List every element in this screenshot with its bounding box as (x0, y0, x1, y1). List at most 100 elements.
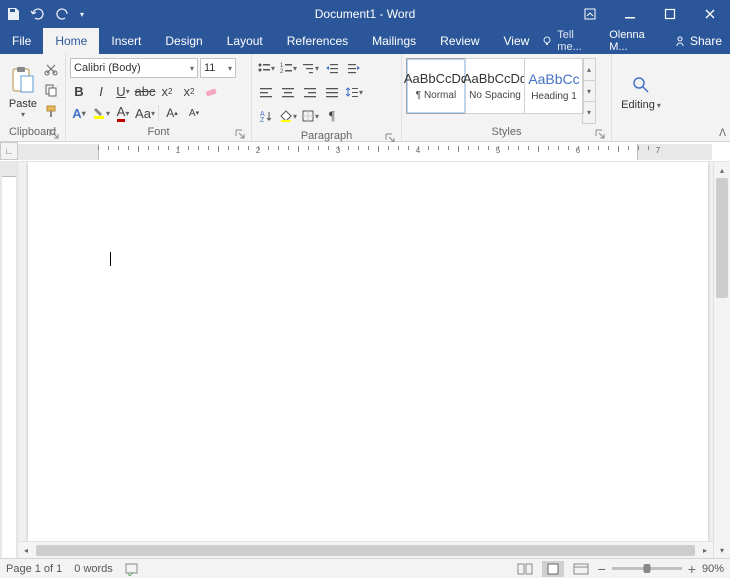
user-name[interactable]: Olenna M... (609, 29, 666, 53)
zoom-level[interactable]: 90% (702, 563, 724, 575)
group-label-styles: Styles (406, 124, 607, 141)
maximize-button[interactable] (650, 0, 690, 28)
align-right-button[interactable] (300, 82, 320, 102)
shading-button[interactable]: ▾ (278, 106, 298, 126)
tab-view[interactable]: View (492, 28, 542, 54)
shrink-font-button[interactable]: A▾ (185, 104, 203, 122)
font-launcher[interactable] (235, 129, 245, 139)
style-heading-1[interactable]: AaBbCc Heading 1 (524, 58, 584, 114)
print-layout-button[interactable] (542, 561, 564, 577)
tab-home[interactable]: Home (43, 28, 99, 54)
cut-icon (44, 62, 58, 76)
font-name-combo[interactable]: Calibri (Body)▾ (70, 58, 198, 78)
numbering-icon: 12 (279, 61, 293, 75)
tab-review[interactable]: Review (428, 28, 491, 54)
underline-button[interactable]: U▾ (114, 82, 132, 100)
ribbon-display-options-icon[interactable] (570, 0, 610, 28)
save-icon[interactable] (6, 7, 20, 21)
group-clipboard: Paste ▾ Clipboard (0, 54, 66, 141)
page-number-status[interactable]: Page 1 of 1 (6, 563, 62, 575)
scroll-down-icon[interactable]: ▾ (714, 542, 730, 558)
styles-scroll-up-icon[interactable]: ▴ (583, 59, 595, 81)
styles-launcher[interactable] (595, 129, 605, 139)
document-area: ▴ ▾ (0, 162, 730, 558)
justify-button[interactable] (322, 82, 342, 102)
undo-icon[interactable] (30, 7, 46, 21)
find-icon[interactable] (631, 75, 651, 95)
styles-expand-icon[interactable]: ▾ (583, 102, 595, 123)
collapse-ribbon-icon[interactable]: ᐱ (719, 128, 726, 139)
scroll-right-icon[interactable]: ▸ (697, 546, 713, 555)
font-color-button[interactable]: A▾ (114, 104, 132, 122)
paste-dropdown-icon[interactable]: ▾ (21, 110, 25, 119)
horizontal-ruler[interactable]: 1234567 (18, 144, 712, 160)
web-layout-button[interactable] (570, 561, 592, 577)
scroll-left-icon[interactable]: ◂ (18, 546, 34, 555)
vertical-ruler[interactable] (0, 162, 18, 558)
italic-button[interactable]: I (92, 82, 110, 100)
highlight-icon (92, 106, 106, 120)
tab-references[interactable]: References (275, 28, 360, 54)
numbering-button[interactable]: 12▾ (278, 58, 298, 78)
line-spacing-button[interactable]: ▾ (344, 82, 364, 102)
show-marks-button[interactable]: ¶ (322, 106, 342, 126)
align-left-button[interactable] (256, 82, 276, 102)
horizontal-scroll-thumb[interactable] (36, 545, 695, 556)
multilevel-list-button[interactable]: ▾ (300, 58, 320, 78)
shading-icon (279, 109, 293, 123)
tab-mailings[interactable]: Mailings (360, 28, 428, 54)
grow-font-button[interactable]: A▴ (163, 104, 181, 122)
word-count-status[interactable]: 0 words (74, 563, 113, 575)
bullets-button[interactable]: ▾ (256, 58, 276, 78)
paste-button[interactable]: Paste ▾ (4, 56, 42, 124)
clear-formatting-button[interactable] (202, 82, 220, 100)
vertical-scroll-thumb[interactable] (716, 178, 728, 298)
strikethrough-button[interactable]: abc (136, 82, 154, 100)
close-button[interactable] (690, 0, 730, 28)
read-mode-button[interactable] (514, 561, 536, 577)
tab-selector[interactable]: ∟ (0, 142, 18, 160)
tab-file[interactable]: File (0, 28, 43, 54)
style-normal[interactable]: AaBbCcDd ¶ Normal (406, 58, 466, 114)
copy-icon (44, 83, 58, 97)
superscript-button[interactable]: x2 (180, 82, 198, 100)
styles-gallery-scroll[interactable]: ▴ ▾ ▾ (582, 58, 596, 124)
change-case-button[interactable]: Aa▾ (136, 104, 154, 122)
horizontal-scrollbar[interactable]: ◂ ▸ (18, 541, 713, 558)
tab-layout[interactable]: Layout (215, 28, 275, 54)
tab-insert[interactable]: Insert (99, 28, 153, 54)
redo-icon[interactable] (56, 7, 70, 21)
font-size-combo[interactable]: 11▾ (200, 58, 236, 78)
align-center-button[interactable] (278, 82, 298, 102)
highlight-button[interactable]: ▾ (92, 104, 110, 122)
text-effects-button[interactable]: A▾ (70, 104, 88, 122)
tab-design[interactable]: Design (153, 28, 214, 54)
decrease-indent-button[interactable] (322, 58, 342, 78)
editing-button[interactable]: Editing▾ (621, 99, 661, 111)
style-no-spacing[interactable]: AaBbCcDd No Spacing (465, 58, 525, 114)
borders-button[interactable]: ▾ (300, 106, 320, 126)
spell-check-status[interactable] (125, 562, 141, 576)
print-layout-icon (546, 563, 560, 575)
zoom-in-button[interactable]: + (688, 561, 696, 577)
minimize-button[interactable] (610, 0, 650, 28)
qat-customize-icon[interactable]: ▾ (80, 10, 84, 19)
sort-button[interactable]: AZ (256, 106, 276, 126)
share-button[interactable]: Share (674, 34, 722, 48)
format-painter-button[interactable] (44, 104, 58, 118)
zoom-out-button[interactable]: − (598, 561, 606, 577)
document-page[interactable] (28, 162, 708, 558)
increase-indent-button[interactable] (344, 58, 364, 78)
styles-scroll-down-icon[interactable]: ▾ (583, 81, 595, 103)
page-surface[interactable] (18, 162, 713, 558)
subscript-button[interactable]: x2 (158, 82, 176, 100)
copy-button[interactable] (44, 83, 58, 97)
tell-me-search[interactable]: Tell me... (541, 29, 601, 53)
bold-button[interactable]: B (70, 82, 88, 100)
zoom-slider[interactable] (612, 567, 682, 570)
cut-button[interactable] (44, 62, 58, 76)
vertical-scrollbar[interactable]: ▴ ▾ (713, 162, 730, 558)
scroll-up-icon[interactable]: ▴ (714, 162, 730, 178)
clipboard-launcher[interactable] (49, 129, 59, 139)
eraser-icon (204, 84, 218, 98)
